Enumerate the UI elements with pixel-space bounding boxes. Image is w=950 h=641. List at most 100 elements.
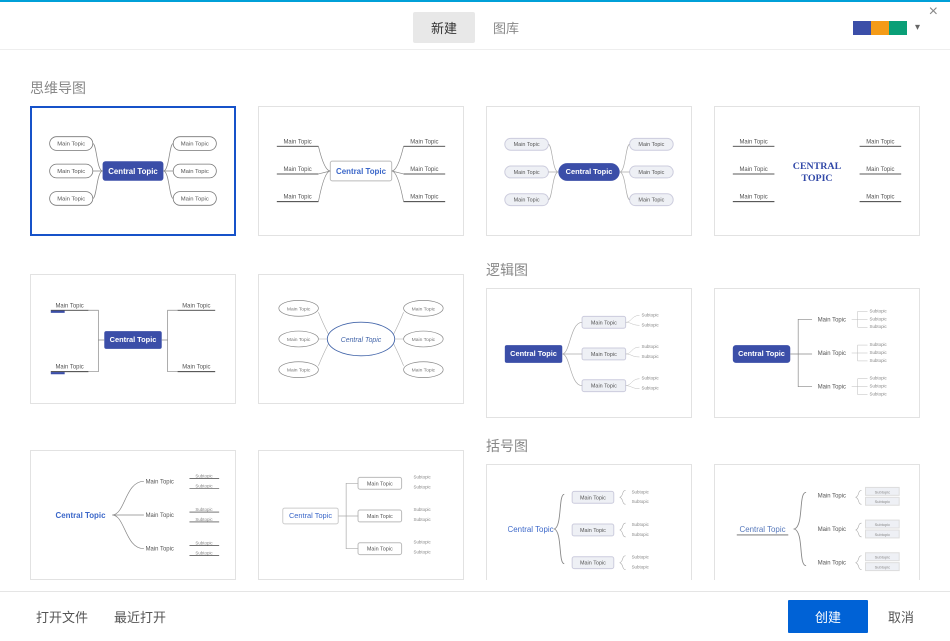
svg-text:Main Topic: Main Topic — [591, 320, 617, 326]
svg-text:Subtopic: Subtopic — [413, 484, 431, 489]
svg-text:Main Topic: Main Topic — [818, 561, 846, 567]
svg-text:Main Topic: Main Topic — [412, 337, 436, 343]
svg-text:Subtopic: Subtopic — [869, 358, 887, 363]
svg-text:Subtopic: Subtopic — [875, 565, 890, 570]
row: Central Topic Main Topic Main Topic Main… — [30, 106, 920, 236]
svg-text:Subtopic: Subtopic — [413, 517, 431, 522]
svg-text:Main Topic: Main Topic — [739, 195, 767, 201]
svg-text:Main Topic: Main Topic — [181, 142, 209, 148]
svg-text:Central Topic: Central Topic — [56, 511, 107, 520]
svg-text:Subtopic: Subtopic — [632, 565, 650, 570]
svg-text:Main Topic: Main Topic — [410, 167, 438, 173]
svg-text:Main Topic: Main Topic — [287, 337, 311, 343]
template-card[interactable]: Central Topic Main Topic Main Topic Main… — [486, 288, 692, 418]
svg-text:Central Topic: Central Topic — [336, 167, 387, 176]
svg-text:Main Topic: Main Topic — [514, 170, 540, 176]
svg-text:Main Topic: Main Topic — [638, 142, 664, 148]
svg-text:Main Topic: Main Topic — [410, 139, 438, 145]
svg-text:Main Topic: Main Topic — [146, 513, 174, 519]
svg-text:Main Topic: Main Topic — [182, 365, 210, 371]
svg-text:Main Topic: Main Topic — [580, 561, 606, 567]
svg-text:Subtopic: Subtopic — [632, 522, 650, 527]
svg-text:Central Topic: Central Topic — [566, 167, 613, 176]
open-file-button[interactable]: 打开文件 — [30, 601, 94, 632]
svg-text:Subtopic: Subtopic — [195, 541, 213, 546]
svg-text:TOPIC: TOPIC — [801, 173, 832, 184]
svg-text:Subtopic: Subtopic — [632, 499, 650, 504]
svg-text:Main Topic: Main Topic — [55, 303, 83, 309]
svg-text:Subtopic: Subtopic — [875, 522, 890, 527]
svg-text:Main Topic: Main Topic — [866, 195, 894, 201]
template-card[interactable]: Central Topic Main Topic Main Topic Main… — [258, 274, 464, 404]
template-card[interactable]: Central Topic Main Topic Main Topic Main… — [486, 464, 692, 580]
svg-text:Central Topic: Central Topic — [508, 525, 554, 534]
svg-text:Main Topic: Main Topic — [580, 495, 606, 501]
svg-text:Main Topic: Main Topic — [638, 170, 664, 176]
svg-text:Main Topic: Main Topic — [514, 198, 540, 204]
svg-text:Subtopic: Subtopic — [869, 392, 887, 397]
template-card[interactable]: CENTRAL TOPIC Main Topic Main Topic Main… — [714, 106, 920, 236]
svg-text:Central Topic: Central Topic — [740, 525, 786, 534]
svg-text:Subtopic: Subtopic — [632, 489, 650, 494]
svg-text:Central Topic: Central Topic — [110, 335, 157, 344]
tab-gallery[interactable]: 图库 — [475, 12, 537, 43]
svg-text:Subtopic: Subtopic — [413, 474, 431, 479]
template-card[interactable]: Central Topic Main Topic Main Topic Main… — [30, 450, 236, 580]
template-card[interactable]: Central Topic Main Topic Main Topic Main… — [30, 106, 236, 236]
svg-text:Main Topic: Main Topic — [182, 303, 210, 309]
svg-text:Subtopic: Subtopic — [869, 342, 887, 347]
template-card[interactable]: Central Topic Main Topic Main Topic Main… — [258, 450, 464, 580]
svg-text:Main Topic: Main Topic — [866, 167, 894, 173]
template-card[interactable]: Central Topic Main Topic Main Topic Main… — [714, 288, 920, 418]
svg-text:Subtopic: Subtopic — [875, 555, 890, 560]
swatch-3 — [889, 21, 907, 35]
topbar: 新建 图库 ▾ — [0, 6, 950, 50]
svg-text:Main Topic: Main Topic — [638, 198, 664, 204]
svg-text:Subtopic: Subtopic — [869, 376, 887, 381]
svg-text:Subtopic: Subtopic — [641, 376, 659, 381]
svg-text:Subtopic: Subtopic — [641, 354, 659, 359]
svg-text:Subtopic: Subtopic — [869, 384, 887, 389]
template-card[interactable]: Central Topic Main Topic Main Topic Main… — [258, 106, 464, 236]
color-palette[interactable]: ▾ — [853, 21, 920, 35]
svg-text:Main Topic: Main Topic — [818, 317, 846, 323]
svg-text:Main Topic: Main Topic — [412, 368, 436, 374]
svg-text:Main Topic: Main Topic — [283, 167, 311, 173]
svg-text:Main Topic: Main Topic — [146, 547, 174, 553]
svg-text:Main Topic: Main Topic — [739, 167, 767, 173]
svg-text:Subtopic: Subtopic — [195, 473, 213, 478]
svg-text:Main Topic: Main Topic — [514, 142, 540, 148]
svg-text:Subtopic: Subtopic — [632, 555, 650, 560]
svg-text:Main Topic: Main Topic — [818, 351, 846, 357]
svg-text:Main Topic: Main Topic — [412, 306, 436, 312]
svg-text:Main Topic: Main Topic — [181, 169, 209, 175]
svg-text:Subtopic: Subtopic — [641, 312, 659, 317]
svg-text:Subtopic: Subtopic — [195, 483, 213, 488]
svg-text:Main Topic: Main Topic — [818, 493, 846, 499]
cancel-button[interactable]: 取消 — [882, 600, 920, 633]
svg-text:Subtopic: Subtopic — [632, 532, 650, 537]
svg-text:Main Topic: Main Topic — [55, 365, 83, 371]
tab-new[interactable]: 新建 — [413, 12, 475, 43]
template-card[interactable]: Central Topic Main Topic Main Topic Main… — [486, 106, 692, 236]
section-brace: 括号图 — [486, 436, 920, 456]
swatch-1 — [853, 21, 871, 35]
swatch-2 — [871, 21, 889, 35]
template-card[interactable]: Central Topic Main Topic Main Topic Main… — [30, 274, 236, 404]
svg-text:Main Topic: Main Topic — [287, 306, 311, 312]
svg-text:Main Topic: Main Topic — [866, 139, 894, 145]
svg-text:CENTRAL: CENTRAL — [793, 161, 842, 172]
svg-text:Main Topic: Main Topic — [367, 547, 393, 553]
svg-text:Subtopic: Subtopic — [641, 386, 659, 391]
template-card[interactable]: Central Topic Main Topic Main Topic Main… — [714, 464, 920, 580]
svg-text:Main Topic: Main Topic — [591, 384, 617, 390]
svg-text:Main Topic: Main Topic — [57, 169, 85, 175]
svg-text:Main Topic: Main Topic — [591, 352, 617, 358]
svg-text:Subtopic: Subtopic — [413, 550, 431, 555]
recent-button[interactable]: 最近打开 — [108, 601, 172, 632]
svg-text:Subtopic: Subtopic — [195, 551, 213, 556]
svg-text:Main Topic: Main Topic — [580, 528, 606, 534]
template-gallery: 思维导图 Central Topic Main Topic Main Topic… — [0, 50, 950, 580]
create-button[interactable]: 创建 — [788, 600, 868, 633]
svg-text:Main Topic: Main Topic — [367, 481, 393, 487]
